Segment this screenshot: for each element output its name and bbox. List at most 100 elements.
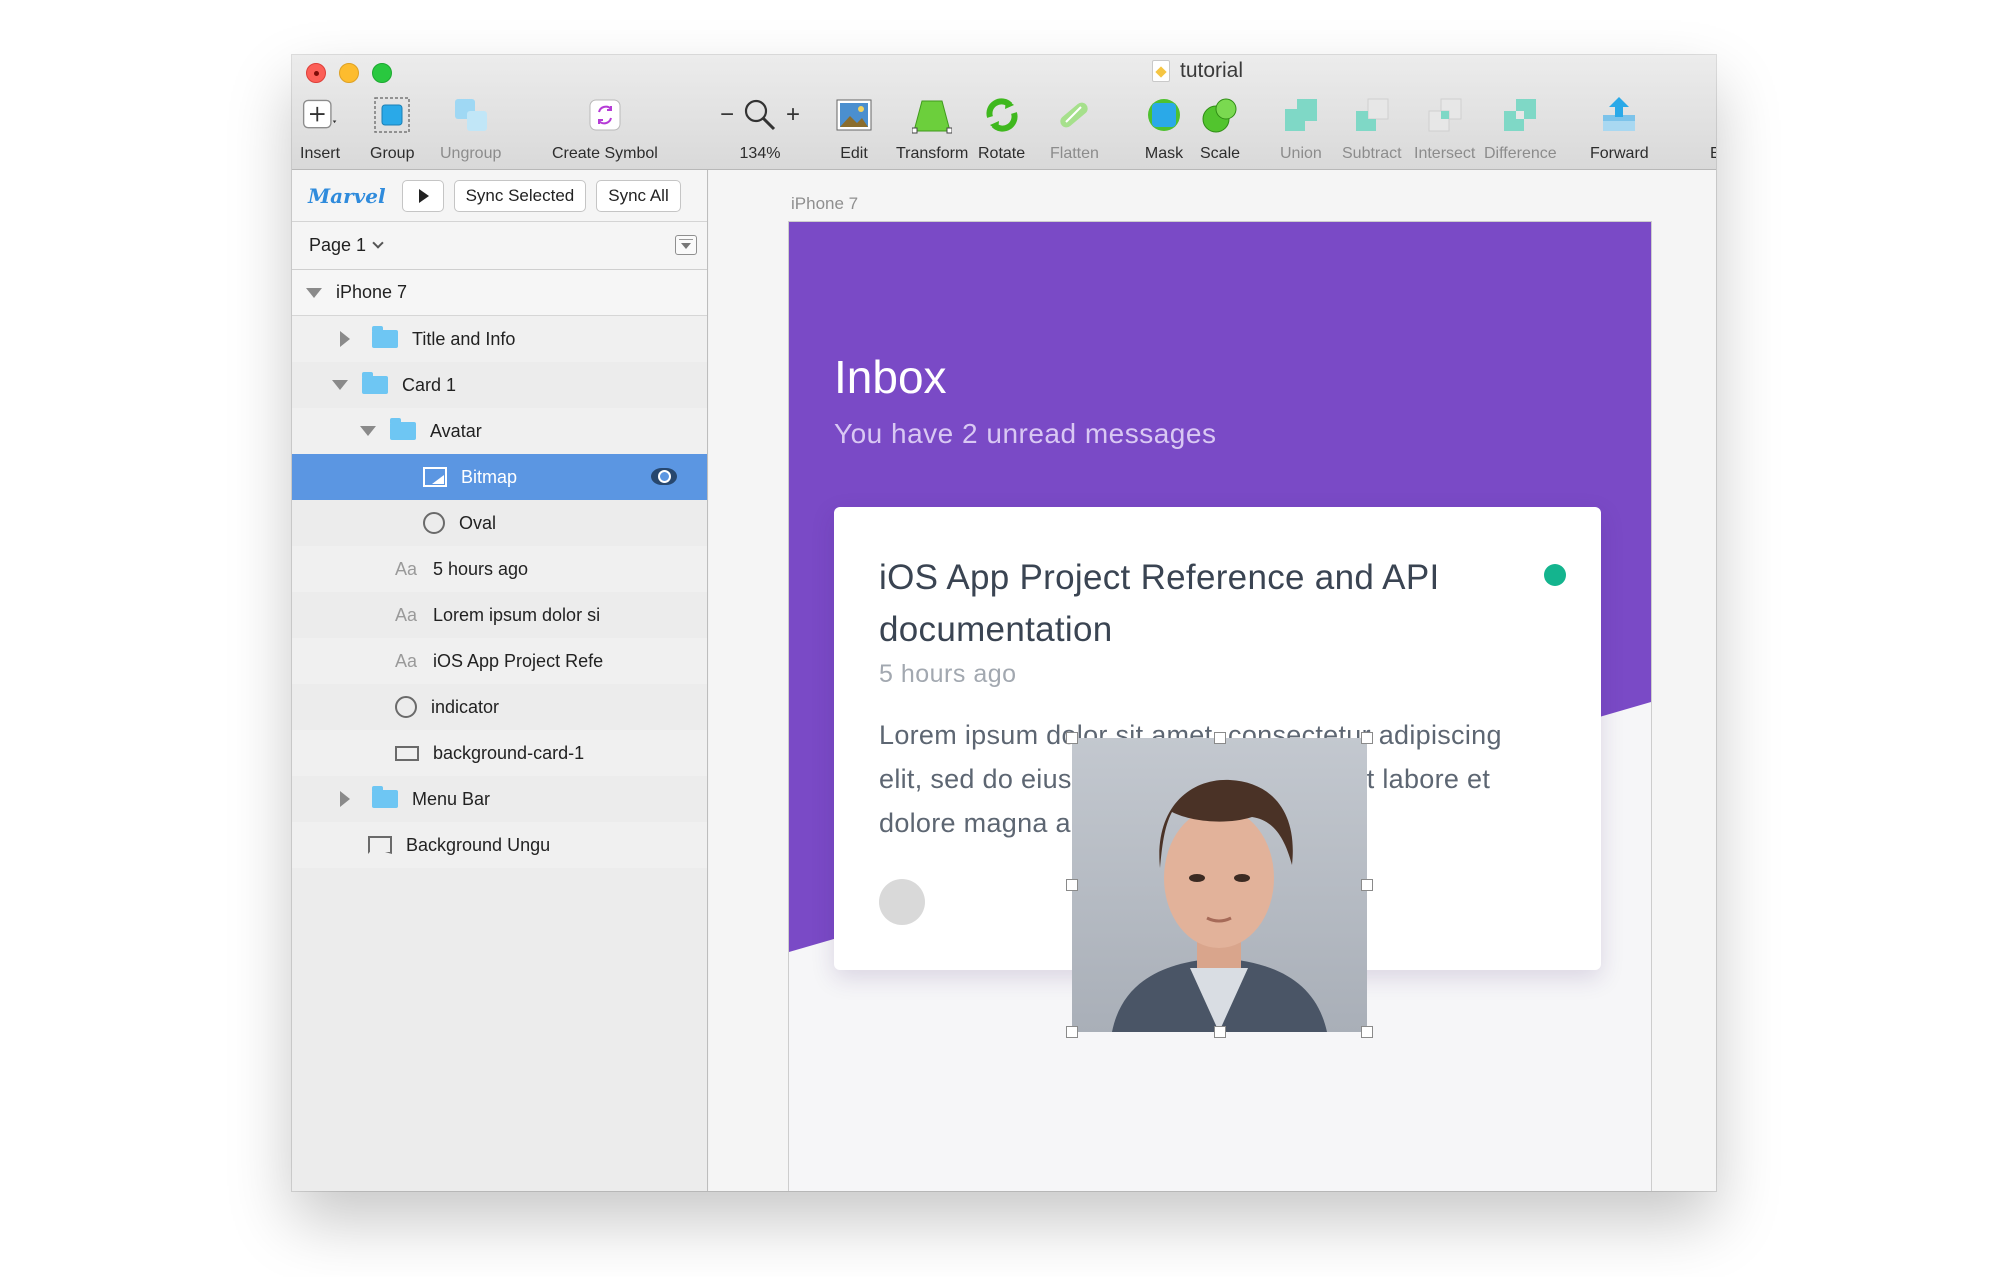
resize-handle-right[interactable] — [1361, 879, 1373, 891]
design-canvas[interactable]: iPhone 7 Inbox You have 2 unread message… — [709, 170, 1716, 1191]
disclosure-collapsed-icon[interactable] — [340, 791, 350, 807]
layer-card-1[interactable]: Card 1 — [292, 362, 707, 408]
close-window-button[interactable] — [306, 63, 326, 83]
inbox-subtitle[interactable]: You have 2 unread messages — [834, 418, 1216, 450]
create-symbol-button[interactable]: Create Symbol — [552, 95, 658, 163]
sync-all-button[interactable]: Sync All — [596, 179, 681, 212]
resize-handle-bottom[interactable] — [1214, 1026, 1226, 1038]
zoom-level: 134% — [739, 145, 781, 162]
avatar-bitmap-photo[interactable] — [1072, 738, 1367, 1032]
marvel-logo: Marvel — [308, 183, 386, 208]
marvel-plugin-bar: Marvel Sync Selected Sync All — [292, 170, 707, 222]
minimize-window-button[interactable] — [339, 63, 359, 83]
intersect-button[interactable]: Intersect — [1414, 95, 1475, 163]
layer-label: iOS App Project Refe — [433, 650, 604, 671]
disclosure-expanded-icon[interactable] — [306, 287, 322, 298]
sketch-window: tutorial Insert Group Ungroup Create Sym… — [292, 55, 1716, 1191]
group-button[interactable]: Group — [370, 95, 414, 163]
zoom-control[interactable]: − + 134% — [712, 95, 808, 163]
text-layer-icon: Aa — [395, 604, 418, 625]
artboard-label[interactable]: iPhone 7 — [791, 194, 858, 214]
scale-button[interactable]: Scale — [1200, 95, 1240, 163]
forward-label: Forward — [1590, 145, 1649, 162]
resize-handle-top-right[interactable] — [1361, 732, 1373, 744]
unread-indicator[interactable] — [1544, 564, 1566, 586]
insert-button[interactable]: Insert — [300, 95, 340, 163]
disclosure-expanded-icon[interactable] — [360, 426, 376, 436]
resize-handle-bottom-right[interactable] — [1361, 1026, 1373, 1038]
backward-icon — [1712, 95, 1716, 135]
transform-icon — [912, 95, 953, 135]
layer-avatar[interactable]: Avatar — [292, 408, 707, 454]
layer-oval[interactable]: Oval — [292, 500, 707, 546]
card-time[interactable]: 5 hours ago — [879, 660, 1017, 689]
insert-plus-icon — [300, 95, 340, 135]
preview-play-button[interactable] — [401, 179, 444, 212]
rotate-icon — [982, 95, 1022, 135]
layer-label: iPhone 7 — [336, 282, 408, 302]
rotate-button[interactable]: Rotate — [978, 95, 1025, 163]
text-layer-icon: Aa — [395, 650, 418, 671]
layer-label: Lorem ipsum dolor si — [433, 604, 601, 625]
backward-button[interactable]: E — [1710, 95, 1716, 163]
edit-label: Edit — [840, 145, 868, 162]
layer-menu-bar[interactable]: Menu Bar — [292, 776, 707, 822]
chevron-down-icon — [372, 237, 384, 249]
bitmap-icon — [423, 467, 447, 487]
scale-icon — [1200, 95, 1240, 135]
scale-label: Scale — [1200, 145, 1241, 162]
layer-background-card[interactable]: background-card-1 — [292, 730, 707, 776]
collapse-pages-icon[interactable] — [675, 235, 697, 255]
transform-button[interactable]: Transform — [896, 95, 968, 163]
union-icon — [1281, 95, 1321, 135]
layer-text-time[interactable]: Aa 5 hours ago — [292, 546, 707, 592]
sync-selected-button[interactable]: Sync Selected — [453, 179, 587, 212]
zoom-in-button[interactable]: + — [786, 101, 800, 129]
resize-handle-top-left[interactable] — [1066, 732, 1078, 744]
ungroup-icon — [451, 95, 491, 135]
card-title[interactable]: iOS App Project Reference and API docume… — [879, 552, 1489, 656]
difference-button[interactable]: Difference — [1484, 95, 1557, 163]
layer-bitmap[interactable]: Bitmap — [292, 454, 707, 500]
layer-label: Oval — [459, 512, 497, 533]
layer-background-ungu[interactable]: Background Ungu — [292, 822, 707, 868]
layer-indicator[interactable]: indicator — [292, 684, 707, 730]
ungroup-label: Ungroup — [440, 145, 502, 162]
union-button[interactable]: Union — [1280, 95, 1322, 163]
maximize-window-button[interactable] — [372, 63, 392, 83]
flatten-button[interactable]: Flatten — [1050, 95, 1099, 163]
layer-label: Background Ungu — [406, 834, 551, 855]
folder-icon — [372, 786, 398, 808]
forward-button[interactable]: Forward — [1590, 95, 1649, 163]
difference-label: Difference — [1484, 145, 1557, 162]
mask-button[interactable]: Mask — [1144, 95, 1184, 163]
layer-label: Avatar — [430, 420, 482, 441]
avatar-oval[interactable] — [879, 879, 925, 925]
edit-button[interactable]: Edit — [834, 95, 874, 163]
layer-title-and-info[interactable]: Title and Info — [292, 316, 707, 362]
disclosure-expanded-icon[interactable] — [332, 380, 348, 390]
layer-text-body[interactable]: Aa Lorem ipsum dolor si — [292, 592, 707, 638]
group-icon — [372, 95, 412, 135]
resize-handle-bottom-left[interactable] — [1066, 1026, 1078, 1038]
insert-label: Insert — [300, 145, 341, 162]
layer-text-title[interactable]: Aa iOS App Project Refe — [292, 638, 707, 684]
layer-label: Menu Bar — [412, 788, 491, 809]
flatten-label: Flatten — [1050, 145, 1099, 162]
zoom-out-button[interactable]: − — [720, 101, 734, 129]
subtract-label: Subtract — [1342, 145, 1402, 162]
layer-iphone-7[interactable]: iPhone 7 — [292, 270, 707, 316]
resize-handle-top[interactable] — [1214, 732, 1226, 744]
layer-label: Bitmap — [461, 466, 518, 487]
ungroup-button[interactable]: Ungroup — [440, 95, 501, 163]
artboard-iphone-7[interactable]: Inbox You have 2 unread messages iOS App… — [789, 222, 1651, 1191]
inbox-title[interactable]: Inbox — [834, 350, 947, 404]
layer-label: Title and Info — [412, 328, 516, 349]
mask-label: Mask — [1144, 145, 1184, 162]
create-symbol-label: Create Symbol — [552, 145, 658, 162]
eye-icon[interactable] — [651, 468, 677, 485]
resize-handle-left[interactable] — [1066, 879, 1078, 891]
page-selector[interactable]: Page 1 — [292, 222, 707, 270]
disclosure-collapsed-icon[interactable] — [340, 331, 350, 347]
subtract-button[interactable]: Subtract — [1342, 95, 1402, 163]
